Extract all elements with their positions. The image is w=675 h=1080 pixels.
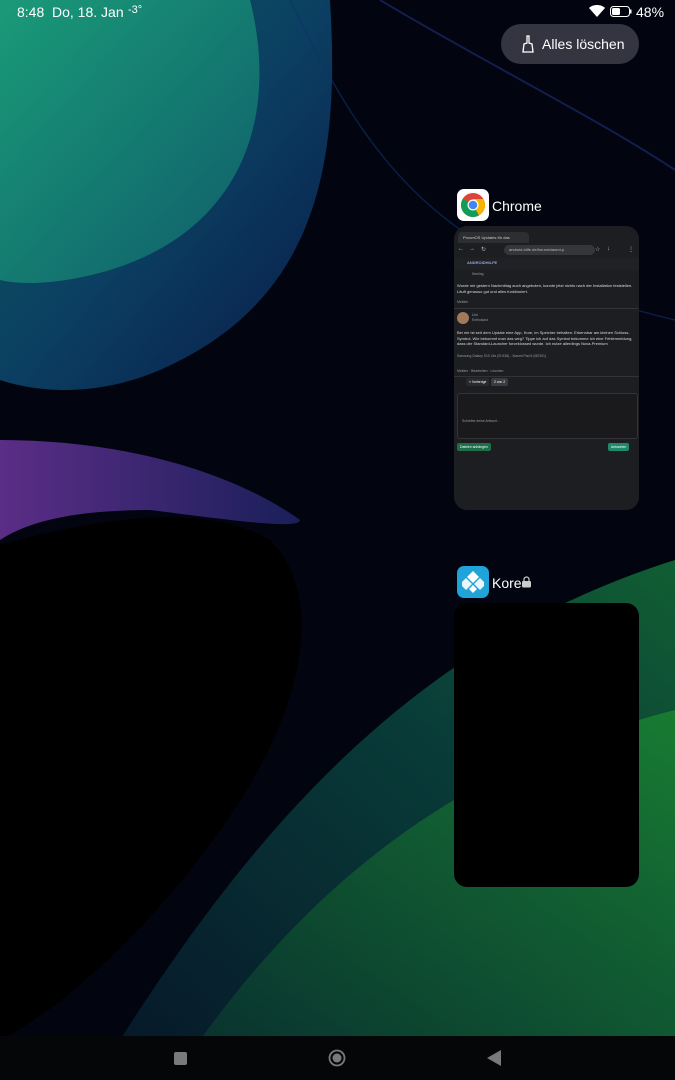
- wallpaper: [0, 0, 675, 1080]
- status-time: 8:48: [17, 4, 45, 20]
- back-arrow-icon: ←: [458, 246, 464, 252]
- reply-button: Antworten: [608, 443, 630, 451]
- battery-level: 48%: [636, 4, 665, 20]
- forward-arrow-icon: →: [469, 246, 475, 252]
- recent-card-chrome[interactable]: ProxmOS Updates für das ← → ↻ android-hi…: [454, 226, 639, 510]
- navigation-bar: [0, 1036, 675, 1080]
- battery-icon: [610, 6, 632, 17]
- chrome-icon[interactable]: [457, 189, 489, 221]
- post1-actions: Melden: [457, 300, 469, 304]
- status-bar: 8:48 Do, 18. Jan -3° 48%: [0, 0, 675, 26]
- post2-meta: Enthusiast: [472, 318, 488, 322]
- divider: [454, 308, 639, 309]
- reply-editor: Schreibe deine Antwort...: [457, 393, 638, 439]
- lock-icon: [522, 576, 531, 588]
- wifi-icon: [589, 5, 605, 17]
- post1-user-meta: Neuling: [472, 272, 484, 276]
- pagination-prev: « Vorherige: [466, 378, 490, 386]
- kodi-icon[interactable]: [457, 566, 489, 598]
- download-icon: ↓: [607, 246, 610, 252]
- avatar: [457, 312, 469, 324]
- status-date: Do, 18. Jan: [52, 4, 124, 20]
- post2-text: Bei mir ist seit dem Update eine App, Ko…: [457, 330, 633, 346]
- recent-app-title-chrome: Chrome: [492, 198, 542, 214]
- recent-card-kore[interactable]: [454, 603, 639, 887]
- site-logo: ANDROIDHILFE: [467, 260, 498, 265]
- clear-all-button[interactable]: Alles löschen: [501, 24, 639, 64]
- triangle-back-icon[interactable]: [487, 1050, 501, 1066]
- pagination-current: 2 von 2: [491, 378, 509, 386]
- status-temperature: -3°: [128, 4, 143, 16]
- post1-text: Wurde mir gestern Nachmittag auch angebo…: [457, 283, 633, 294]
- tab-title: ProxmOS Updates für das: [458, 232, 529, 243]
- post2-device: Samsung Galaxy S10 Lite (SI 536) - Xiaom…: [457, 354, 546, 358]
- broom-icon: [522, 35, 534, 53]
- reload-icon: ↻: [481, 247, 487, 253]
- clear-all-label: Alles löschen: [542, 36, 625, 52]
- square-recents-icon[interactable]: [174, 1052, 187, 1065]
- star-icon: ☆: [595, 247, 601, 253]
- recent-app-title-kore: Kore: [492, 575, 522, 591]
- post2-user: Uxi: [472, 312, 478, 317]
- circle-home-icon[interactable]: [328, 1049, 346, 1067]
- menu-icon: ⋮: [628, 247, 634, 253]
- address-bar: android-hilfe.de/forum/xiaomi-p: [504, 245, 595, 255]
- editor-placeholder: Schreibe deine Antwort...: [462, 419, 500, 423]
- post2-actions: Melden · Bearbeiten · Löschen: [457, 369, 504, 373]
- divider: [454, 376, 639, 377]
- attach-files-button: Dateien anhängen: [457, 443, 491, 451]
